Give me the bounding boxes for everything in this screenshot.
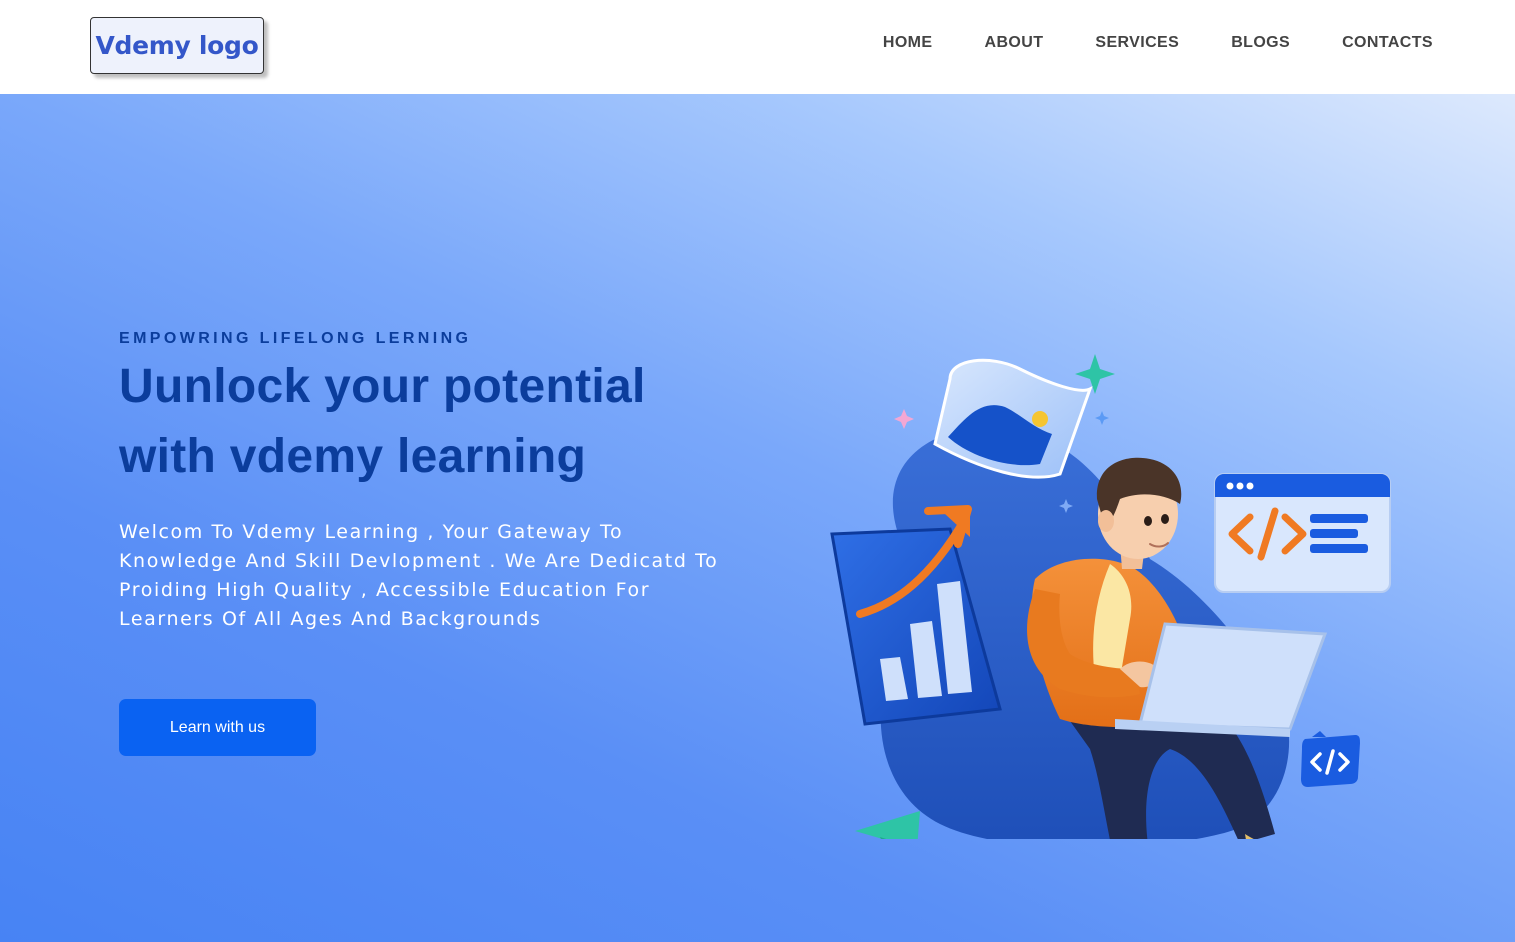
hero-headline-line-2: with vdemy learning xyxy=(119,430,587,483)
hero-section: EMPOWRING LIFELONG LERNING Uunlock your … xyxy=(0,94,1515,942)
hero-eyebrow: EMPOWRING LIFELONG LERNING xyxy=(119,330,472,347)
nav-services-link[interactable]: SERVICES xyxy=(1095,34,1179,52)
learn-with-us-button[interactable]: Learn with us xyxy=(119,699,316,756)
nav-about-link[interactable]: ABOUT xyxy=(984,34,1043,52)
hero-headline: Uunlock your potential with vdemy learni… xyxy=(119,352,759,492)
nav-home-link[interactable]: HOME xyxy=(883,34,933,52)
navbar: Vdemy logo HOME ABOUT SERVICES BLOGS CON… xyxy=(0,0,1515,94)
hero-headline-line-1: Uunlock your potential xyxy=(119,360,646,413)
hero-illustration xyxy=(830,354,1391,839)
nav-blogs-link[interactable]: BLOGS xyxy=(1231,34,1290,52)
paper-plane-icon xyxy=(855,811,920,839)
code-badge-icon xyxy=(1301,731,1360,787)
hero-description: Welcom To Vdemy Learning , Your Gateway … xyxy=(119,521,719,630)
site-logo[interactable]: Vdemy logo xyxy=(90,17,264,74)
main-nav: HOME ABOUT SERVICES BLOGS CONTACTS xyxy=(883,34,1433,52)
nav-contacts-link[interactable]: CONTACTS xyxy=(1342,34,1433,52)
code-window-icon xyxy=(1214,473,1391,593)
